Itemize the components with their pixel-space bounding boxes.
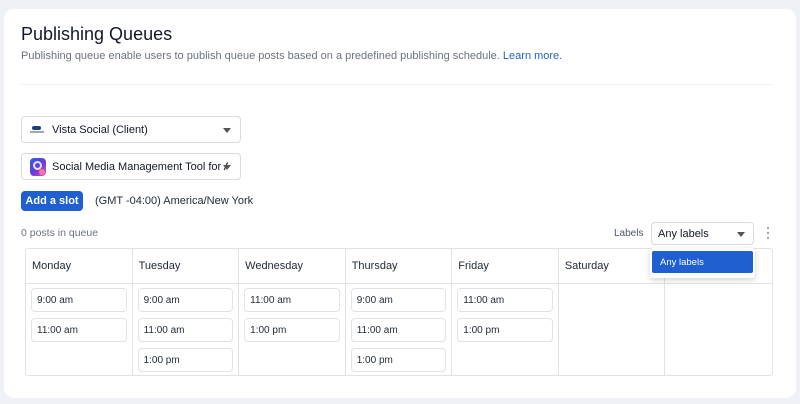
divider bbox=[21, 84, 773, 85]
time-slot[interactable]: 1:00 pm bbox=[457, 318, 553, 342]
labels-dropdown-menu: Any labels bbox=[650, 248, 755, 278]
more-options-icon[interactable] bbox=[765, 227, 771, 239]
day-header: Wednesday bbox=[239, 249, 345, 284]
labels-option-any[interactable]: Any labels bbox=[652, 251, 753, 273]
chevron-down-icon bbox=[737, 232, 745, 237]
day-column: Wednesday 11:00 am 1:00 pm bbox=[239, 249, 346, 375]
time-slot[interactable]: 9:00 am bbox=[350, 288, 447, 312]
time-slot[interactable]: 1:00 pm bbox=[244, 318, 340, 342]
page-title: Publishing Queues bbox=[21, 24, 173, 44]
chevron-down-icon bbox=[223, 128, 231, 133]
slot-list: 11:00 am 1:00 pm bbox=[452, 284, 558, 342]
slot-list bbox=[665, 284, 772, 288]
slot-list: 9:00 am 11:00 am bbox=[26, 284, 132, 342]
client-select-value: Vista Social (Client) bbox=[52, 123, 148, 136]
day-column: Tuesday 9:00 am 11:00 am 1:00 pm bbox=[132, 249, 240, 375]
day-header: Tuesday bbox=[132, 249, 239, 284]
labels-select-value: Any labels bbox=[658, 227, 709, 240]
day-header: Friday bbox=[452, 249, 558, 284]
time-slot[interactable]: 11:00 am bbox=[457, 288, 553, 312]
labels-select[interactable]: Any labels bbox=[651, 222, 754, 245]
time-slot[interactable]: 9:00 am bbox=[137, 288, 234, 312]
labels-label: Labels bbox=[614, 228, 644, 239]
learn-more-link[interactable]: Learn more. bbox=[503, 50, 562, 62]
client-select[interactable]: Vista Social (Client) bbox=[21, 116, 241, 143]
slot-list: 9:00 am 11:00 am 1:00 pm bbox=[346, 284, 452, 372]
time-slot[interactable]: 11:00 am bbox=[350, 318, 447, 342]
slot-list: 9:00 am 11:00 am 1:00 pm bbox=[133, 284, 239, 372]
add-slot-button[interactable]: Add a slot bbox=[21, 191, 83, 211]
profile-avatar-icon bbox=[30, 157, 46, 176]
vista-social-logo-icon bbox=[30, 125, 44, 135]
time-slot[interactable]: 11:00 am bbox=[244, 288, 340, 312]
day-column: Monday 9:00 am 11:00 am bbox=[26, 249, 133, 375]
profile-select-value: Social Media Management Tool for Agencie… bbox=[52, 160, 228, 173]
slot-list: 11:00 am 1:00 pm bbox=[239, 284, 345, 342]
timezone-text: (GMT -04:00) America/New York bbox=[95, 195, 254, 207]
day-header: Monday bbox=[26, 249, 132, 284]
day-header: Saturday bbox=[558, 249, 665, 284]
page-subtitle: Publishing queue enable users to publish… bbox=[21, 50, 562, 62]
slot-list bbox=[559, 284, 665, 288]
profile-select[interactable]: Social Media Management Tool for Agencie… bbox=[21, 153, 241, 180]
time-slot[interactable]: 9:00 am bbox=[31, 288, 127, 312]
time-slot[interactable]: 1:00 pm bbox=[137, 348, 234, 372]
day-column: Friday 11:00 am 1:00 pm bbox=[452, 249, 559, 375]
posts-in-queue-count: 0 posts in queue bbox=[21, 227, 99, 239]
day-column: Thursday 9:00 am 11:00 am 1:00 pm bbox=[345, 249, 453, 375]
time-slot[interactable]: 1:00 pm bbox=[350, 348, 447, 372]
subtitle-text: Publishing queue enable users to publish… bbox=[21, 50, 500, 62]
time-slot[interactable]: 11:00 am bbox=[31, 318, 127, 342]
time-slot[interactable]: 11:00 am bbox=[137, 318, 234, 342]
day-header: Thursday bbox=[345, 249, 452, 284]
chevron-down-icon bbox=[223, 165, 231, 170]
